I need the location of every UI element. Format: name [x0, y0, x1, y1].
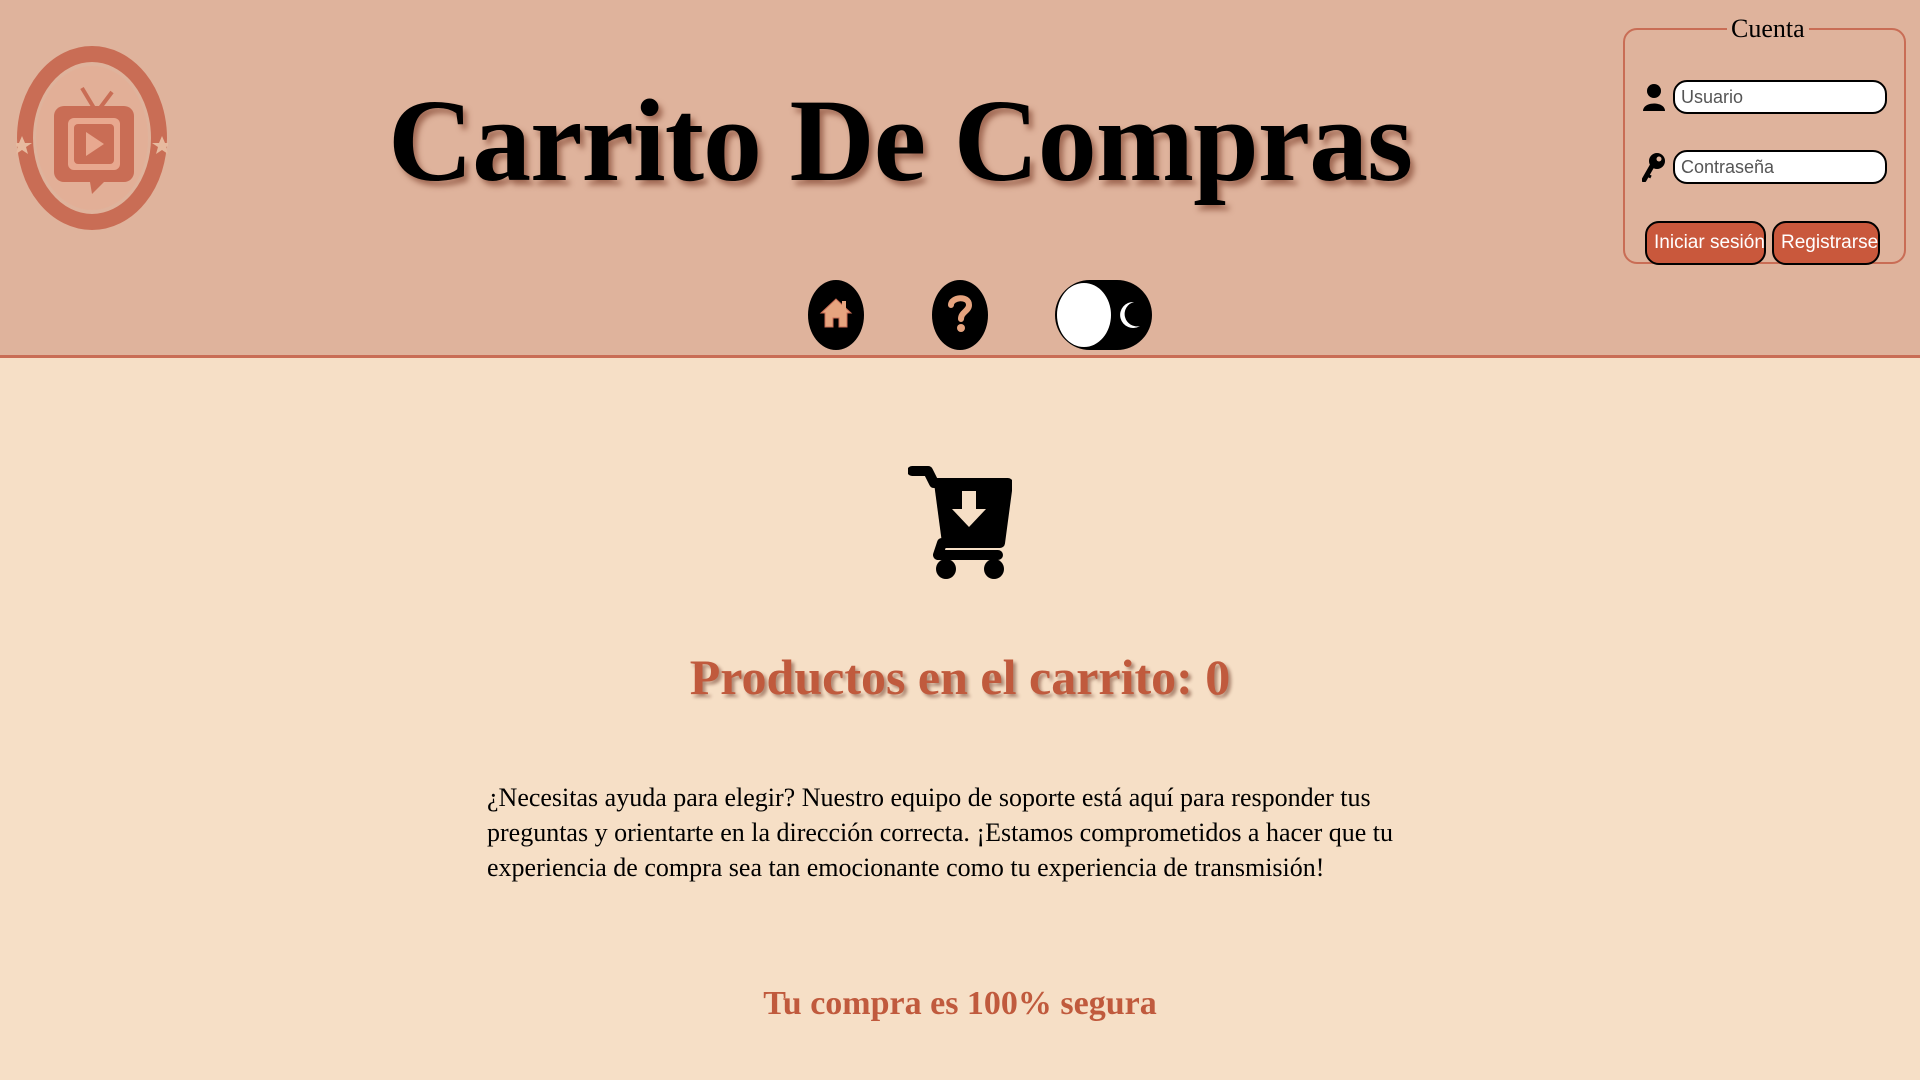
- register-button[interactable]: Registrarse: [1772, 221, 1880, 265]
- cart-count-heading: Productos en el carrito: 0: [689, 649, 1231, 705]
- page-header: Carrito De Compras Cuenta Usuario Inicia…: [0, 0, 1920, 358]
- theme-toggle[interactable]: [1055, 280, 1152, 350]
- username-input[interactable]: [1673, 80, 1887, 114]
- toggle-knob: [1057, 283, 1111, 347]
- help-button[interactable]: [932, 280, 988, 350]
- username-row: [1641, 80, 1887, 114]
- account-legend: Cuenta: [1731, 14, 1805, 43]
- password-row: [1641, 150, 1887, 184]
- question-icon: [945, 293, 975, 338]
- moon-icon: [1118, 300, 1142, 335]
- password-input[interactable]: [1673, 150, 1887, 184]
- cart-download-icon: [907, 463, 1013, 581]
- key-icon: [1641, 151, 1667, 183]
- login-button[interactable]: Iniciar sesión: [1645, 221, 1766, 265]
- home-button[interactable]: [808, 280, 864, 350]
- home-icon: [819, 296, 853, 335]
- user-icon: [1641, 81, 1667, 113]
- page-title: Carrito De Compras: [387, 75, 1413, 206]
- main-nav: [0, 280, 1920, 350]
- secure-purchase-heading: Tu compra es 100% segura: [763, 985, 1157, 1022]
- account-panel: Cuenta Iniciar sesión: [1623, 14, 1906, 265]
- help-paragraph: ¿Necesitas ayuda para elegir? Nuestro eq…: [487, 783, 1394, 882]
- account-actions: Iniciar sesión Registrarse: [1645, 221, 1880, 265]
